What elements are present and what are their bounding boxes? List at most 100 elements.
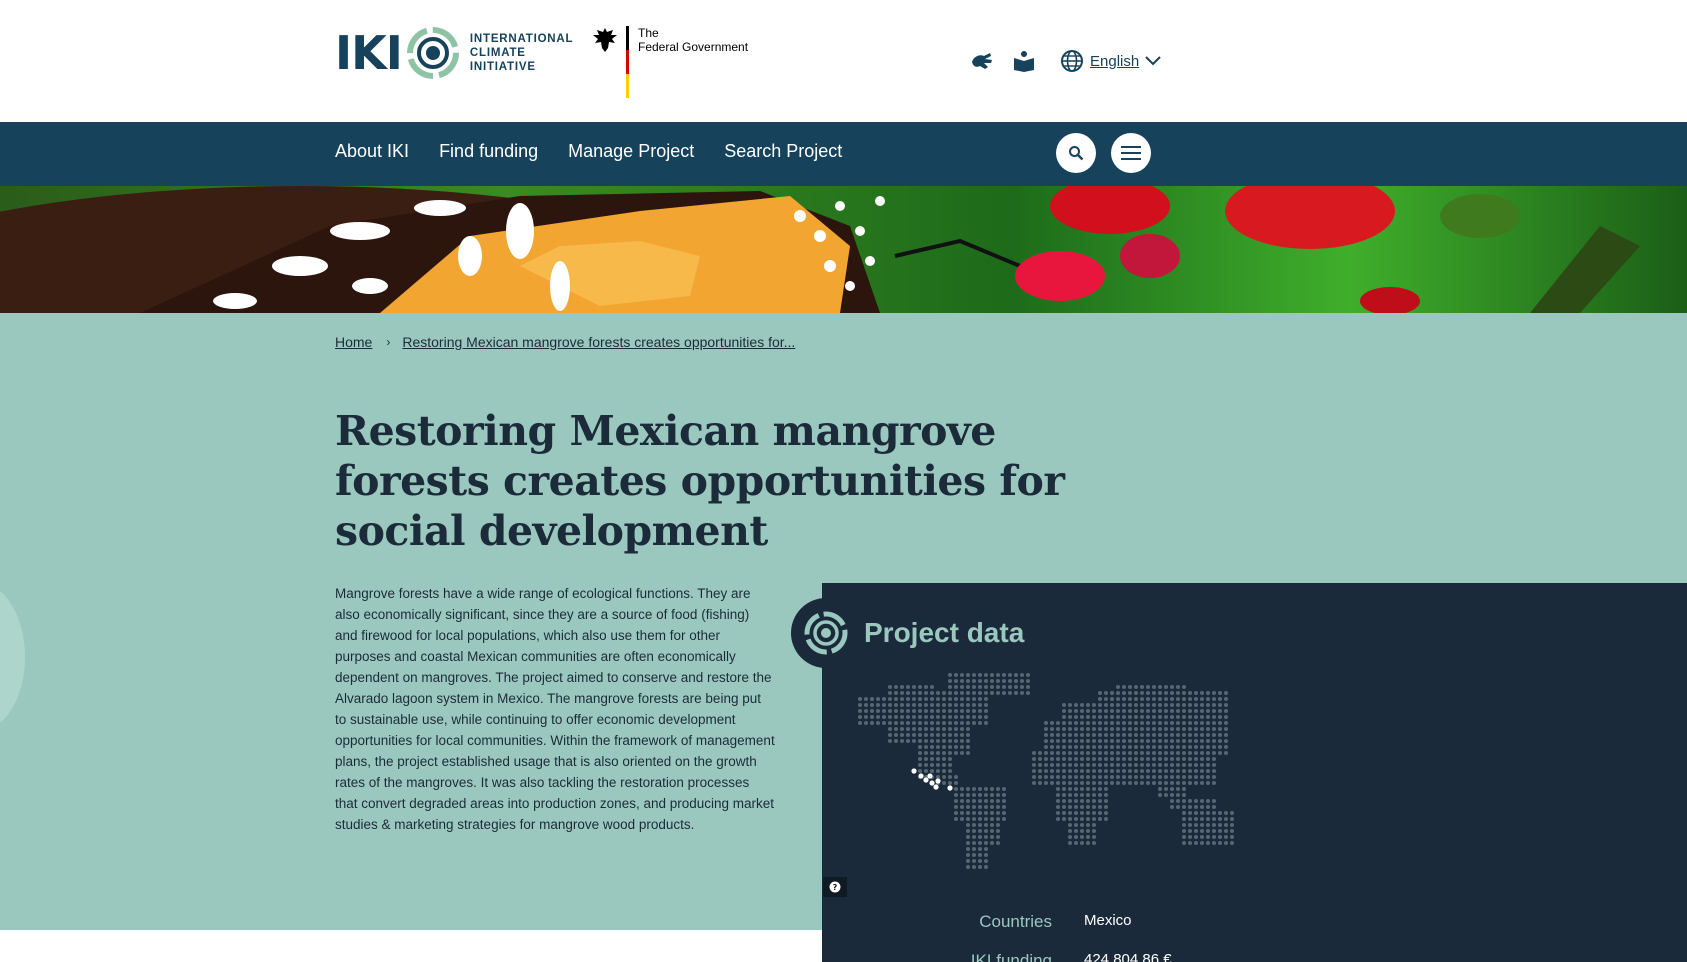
map-dot bbox=[1152, 721, 1156, 725]
map-dot bbox=[1176, 691, 1180, 695]
map-dot bbox=[1098, 775, 1102, 779]
map-dot bbox=[1194, 727, 1198, 731]
map-dot bbox=[954, 697, 958, 701]
map-dot bbox=[1002, 811, 1006, 815]
map-dot bbox=[984, 847, 988, 851]
map-dot bbox=[1074, 829, 1078, 833]
breadcrumb: Home › Restoring Mexican mangrove forest… bbox=[335, 334, 795, 350]
mexico-highlight-dot[interactable] bbox=[923, 777, 929, 783]
nav-item-about[interactable]: About IKI bbox=[335, 141, 409, 162]
map-dot bbox=[1176, 775, 1180, 779]
map-dot bbox=[1020, 679, 1024, 683]
map-dot bbox=[1104, 769, 1108, 773]
map-dot bbox=[1182, 691, 1186, 695]
map-dot bbox=[1032, 763, 1036, 767]
map-dot bbox=[1146, 703, 1150, 707]
map-dot bbox=[918, 697, 922, 701]
map-dot bbox=[1122, 745, 1126, 749]
map-dot bbox=[1098, 691, 1102, 695]
map-dot bbox=[1164, 751, 1168, 755]
map-dot bbox=[1080, 751, 1084, 755]
map-dot bbox=[1200, 745, 1204, 749]
map-dot bbox=[1176, 763, 1180, 767]
data-key: IKI funding bbox=[970, 951, 1052, 962]
map-dot bbox=[1170, 805, 1174, 809]
menu-button[interactable] bbox=[1111, 133, 1151, 173]
map-dot bbox=[1086, 799, 1090, 803]
map-dot bbox=[1146, 685, 1150, 689]
sign-language-icon[interactable] bbox=[968, 47, 996, 75]
map-help-button[interactable]: ? bbox=[823, 877, 847, 897]
project-description: Mangrove forests have a wide range of ec… bbox=[335, 586, 775, 832]
map-dot bbox=[1206, 727, 1210, 731]
mexico-highlight-dot[interactable] bbox=[947, 785, 953, 791]
mexico-highlight-dot[interactable] bbox=[933, 784, 939, 790]
map-dot bbox=[924, 751, 928, 755]
breadcrumb-current[interactable]: Restoring Mexican mangrove forests creat… bbox=[402, 334, 795, 350]
mexico-highlight-dot[interactable] bbox=[935, 778, 941, 784]
map-dot bbox=[1182, 829, 1186, 833]
language-selector[interactable]: English bbox=[1060, 49, 1161, 73]
map-dot bbox=[954, 715, 958, 719]
map-dot bbox=[924, 721, 928, 725]
hamburger-icon bbox=[1121, 146, 1141, 160]
map-dot bbox=[1002, 673, 1006, 677]
map-dot bbox=[1008, 673, 1012, 677]
map-dot bbox=[1230, 841, 1234, 845]
map-dot bbox=[972, 787, 976, 791]
map-dot bbox=[1224, 835, 1228, 839]
map-dot bbox=[918, 709, 922, 713]
map-dot bbox=[1206, 745, 1210, 749]
map-dot bbox=[1194, 799, 1198, 803]
breadcrumb-home[interactable]: Home bbox=[335, 334, 372, 350]
map-dot bbox=[906, 703, 910, 707]
nav-item-find-funding[interactable]: Find funding bbox=[439, 141, 538, 162]
map-dot bbox=[1194, 775, 1198, 779]
map-dot bbox=[1122, 751, 1126, 755]
federal-government-logo[interactable]: The Federal Government bbox=[592, 26, 748, 98]
world-map[interactable] bbox=[858, 673, 1258, 885]
map-dot bbox=[1122, 721, 1126, 725]
map-dot bbox=[1086, 787, 1090, 791]
map-dot bbox=[1152, 727, 1156, 731]
map-dot bbox=[900, 709, 904, 713]
map-dot bbox=[1062, 757, 1066, 761]
mexico-highlight-dot[interactable] bbox=[918, 773, 924, 779]
map-dot bbox=[1206, 703, 1210, 707]
map-dot bbox=[900, 715, 904, 719]
mexico-highlight-dot[interactable] bbox=[927, 773, 933, 779]
map-dot bbox=[888, 721, 892, 725]
map-dot bbox=[1092, 841, 1096, 845]
mexico-highlight-dot[interactable] bbox=[929, 780, 935, 786]
easy-read-icon[interactable] bbox=[1010, 47, 1038, 75]
map-dot bbox=[1104, 733, 1108, 737]
map-dot bbox=[1086, 829, 1090, 833]
map-dot bbox=[1170, 715, 1174, 719]
map-dot bbox=[966, 703, 970, 707]
map-dot bbox=[978, 865, 982, 869]
map-dot bbox=[1176, 745, 1180, 749]
nav-item-manage-project[interactable]: Manage Project bbox=[568, 141, 694, 162]
map-dot bbox=[948, 739, 952, 743]
nav-item-search-project[interactable]: Search Project bbox=[724, 141, 842, 162]
mexico-highlight-dot[interactable] bbox=[911, 768, 917, 774]
map-dot bbox=[966, 685, 970, 689]
map-dot bbox=[912, 733, 916, 737]
search-button[interactable] bbox=[1056, 133, 1096, 173]
map-dot bbox=[1152, 751, 1156, 755]
map-dot bbox=[936, 733, 940, 737]
iki-logo[interactable]: IKI INTERNATIONAL CLIMATE INITIATIVE bbox=[335, 26, 573, 80]
map-dot bbox=[1092, 727, 1096, 731]
map-dot bbox=[942, 757, 946, 761]
map-dot bbox=[972, 721, 976, 725]
map-dot bbox=[954, 811, 958, 815]
map-dot bbox=[1206, 841, 1210, 845]
map-dot bbox=[990, 817, 994, 821]
map-dot bbox=[1212, 703, 1216, 707]
map-dot bbox=[906, 697, 910, 701]
map-dot bbox=[1128, 703, 1132, 707]
map-dot bbox=[1200, 811, 1204, 815]
map-dot bbox=[1194, 703, 1198, 707]
map-dot bbox=[1098, 703, 1102, 707]
map-dot bbox=[912, 715, 916, 719]
